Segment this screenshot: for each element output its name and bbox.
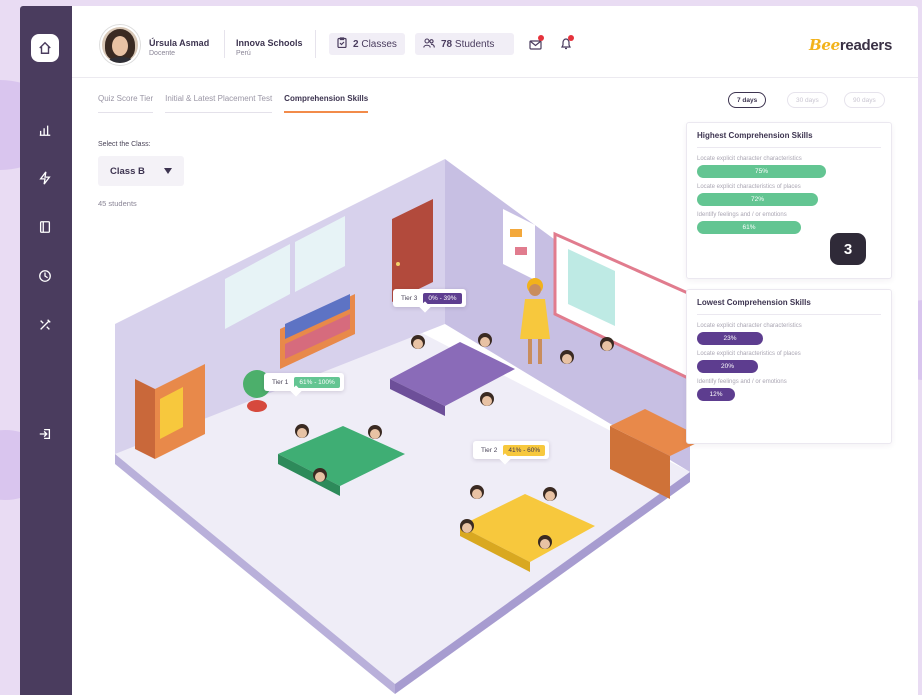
logout-icon[interactable] — [31, 420, 59, 448]
highest-skill-label: Locate explicit characteristics of place… — [697, 184, 801, 190]
tab-quiz-score-tier[interactable]: Quiz Score Tier — [98, 94, 154, 113]
classroom-illustration — [115, 159, 705, 694]
school-name: Innova Schools — [236, 38, 303, 48]
bell-notification-dot — [568, 35, 574, 41]
teacher-name: Úrsula Asmad — [149, 38, 210, 48]
lowest-skills-panel: Lowest Comprehension Skills Locate expli… — [686, 289, 892, 444]
avatar[interactable] — [100, 25, 140, 65]
classes-count: 2 — [353, 38, 359, 50]
sidebar — [20, 6, 72, 695]
highest-skill-label: Locate explicit character characteristic… — [697, 156, 802, 162]
range-30-days[interactable]: 30 days — [787, 92, 828, 108]
tier-2-range: 41% - 60% — [503, 444, 546, 456]
mail-icon[interactable] — [529, 35, 545, 51]
tier-1-name: Tier 1 — [272, 378, 289, 386]
range-7-days[interactable]: 7 days — [728, 92, 767, 108]
header: Úrsula Asmad Docente Innova Schools Perú… — [72, 6, 918, 78]
students-label: Students — [454, 38, 495, 50]
tab-comprehension-skills[interactable]: Comprehension Skills — [284, 94, 369, 113]
range-90-days[interactable]: 90 days — [844, 92, 885, 108]
students-count: 78 — [441, 38, 453, 50]
tab-placement-test[interactable]: Initial & Latest Placement Test — [165, 94, 273, 113]
lowest-skill-bar: 20% — [697, 360, 758, 373]
lowest-skills-title: Lowest Comprehension Skills — [697, 298, 881, 315]
bar-chart-icon[interactable] — [31, 116, 59, 144]
tier-3-name: Tier 3 — [401, 294, 418, 302]
clipboard-icon — [337, 37, 347, 51]
classes-label: Classes — [361, 38, 397, 50]
lowest-skill-label: Identify feelings and / or emotions — [697, 379, 787, 385]
highest-skill-bar: 75% — [697, 165, 826, 178]
app-window: Úrsula Asmad Docente Innova Schools Perú… — [20, 6, 918, 695]
users-icon — [423, 37, 435, 51]
tier-3-label[interactable]: Tier 3 0% - 39% — [393, 289, 466, 307]
lowest-skill-bar: 12% — [697, 388, 735, 401]
tier-2-name: Tier 2 — [481, 446, 498, 454]
highest-skill-bar: 72% — [697, 193, 818, 206]
highest-skill-label: Identify feelings and / or emotions — [697, 212, 787, 218]
tools-icon[interactable] — [31, 311, 59, 339]
lowest-skill-label: Locate explicit characteristics of place… — [697, 351, 801, 357]
tier-1-label[interactable]: Tier 1 61% - 100% — [264, 373, 344, 391]
tier-3-range: 0% - 39% — [423, 292, 462, 304]
tab-bar: Quiz Score Tier Initial & Latest Placeme… — [98, 94, 380, 113]
students-pill[interactable]: 78 Students — [415, 33, 514, 55]
mail-notification-dot — [538, 35, 544, 41]
school-info: Innova Schools Perú — [236, 38, 303, 57]
lowest-skill-label: Locate explicit character characteristic… — [697, 323, 802, 329]
history-icon[interactable] — [31, 262, 59, 290]
lowest-skill-bar: 23% — [697, 332, 763, 345]
class-select-label: Select the Class: — [98, 141, 151, 148]
teacher-role: Docente — [149, 50, 176, 57]
lightning-icon[interactable] — [31, 164, 59, 192]
book-icon[interactable] — [31, 213, 59, 241]
tier-2-label[interactable]: Tier 2 41% - 60% — [473, 441, 550, 459]
classes-pill[interactable]: 2 Classes — [329, 33, 405, 55]
highest-skill-bar: 61% — [697, 221, 801, 234]
beereaders-logo: Beereaders — [809, 36, 892, 54]
tier-1-range: 61% - 100% — [294, 376, 340, 388]
bell-icon[interactable] — [560, 35, 576, 51]
school-country: Perú — [236, 50, 251, 57]
highest-skills-title: Highest Comprehension Skills — [697, 131, 881, 148]
teacher-info: Úrsula Asmad Docente — [149, 38, 209, 57]
step-badge: 3 — [830, 233, 866, 265]
home-icon[interactable] — [31, 34, 59, 62]
